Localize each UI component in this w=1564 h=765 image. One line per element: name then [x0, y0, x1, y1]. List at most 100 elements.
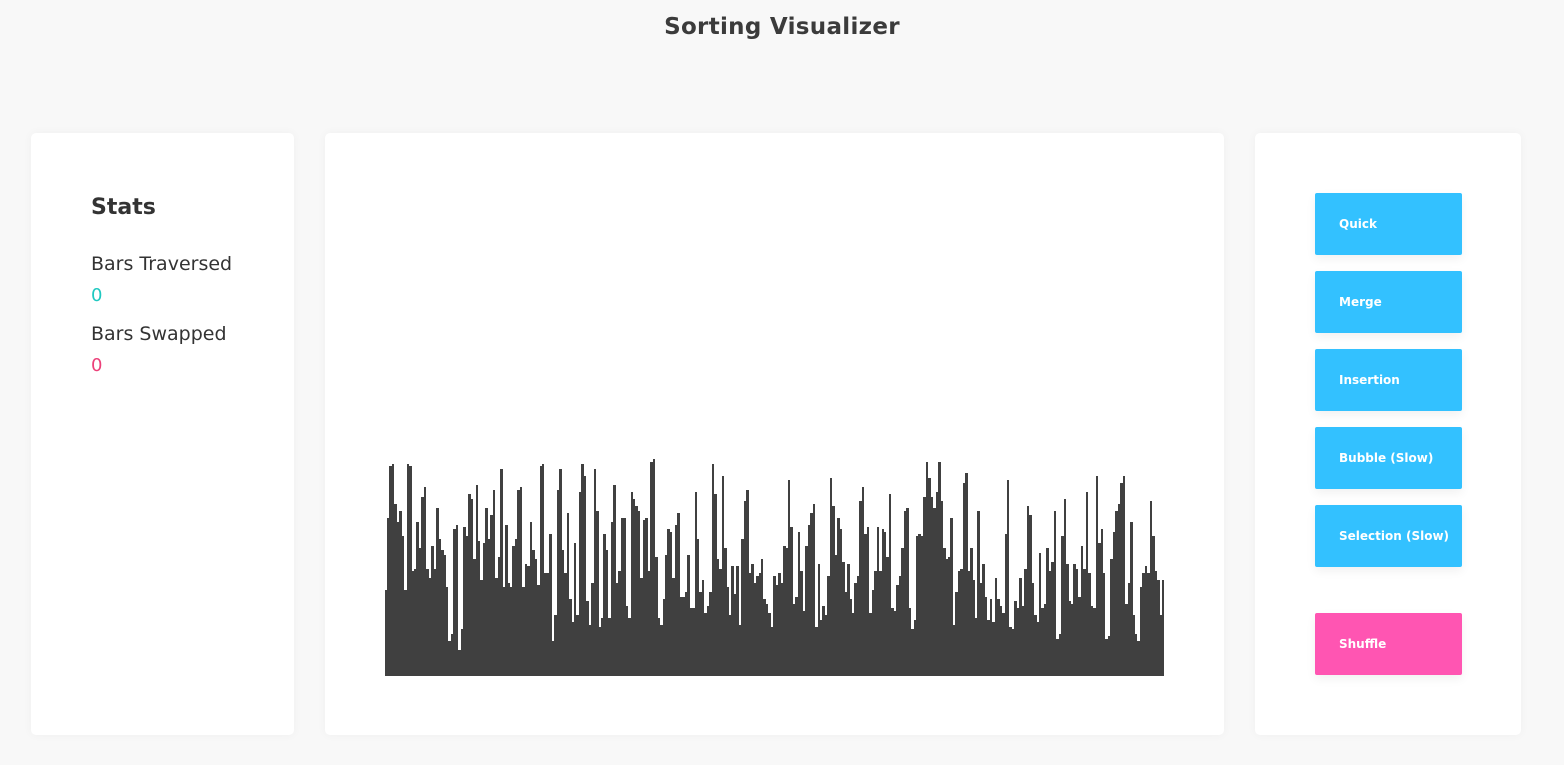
array-bar [643, 520, 645, 676]
array-bar [879, 571, 882, 676]
array-bar [611, 522, 613, 676]
array-bar [1142, 573, 1145, 676]
array-bar [451, 634, 453, 676]
array-bar [803, 611, 805, 676]
array-bar [1005, 534, 1007, 676]
array-bar [567, 513, 569, 676]
array-bar [468, 494, 471, 676]
array-bar [606, 550, 608, 676]
selection-sort-button[interactable]: Selection (Slow) [1315, 505, 1462, 567]
array-bar [1155, 571, 1157, 676]
array-bar [1108, 636, 1110, 676]
array-bar [1054, 511, 1056, 676]
array-bar [768, 613, 771, 676]
array-bar [889, 494, 891, 676]
array-bar [1093, 608, 1096, 676]
array-bar [1071, 604, 1073, 676]
array-bar [1083, 569, 1086, 676]
array-bar [950, 518, 953, 676]
array-bar [542, 464, 544, 676]
array-bar [385, 590, 387, 676]
array-bar [901, 548, 904, 676]
array-bar [1076, 569, 1078, 676]
array-bar [1002, 613, 1005, 676]
array-bar [517, 490, 520, 676]
array-bar [1064, 499, 1066, 676]
array-bar [800, 571, 803, 676]
array-bar [554, 615, 557, 676]
array-bar [975, 618, 977, 676]
array-bar [867, 527, 869, 676]
array-bar [387, 518, 389, 676]
array-bar [412, 571, 414, 676]
array-bar [894, 611, 896, 676]
array-bar [987, 620, 990, 676]
array-bar [421, 497, 424, 676]
array-bar [995, 578, 997, 676]
array-bar [490, 515, 493, 676]
array-bar [869, 613, 872, 676]
array-bar [877, 527, 879, 676]
array-bar [621, 518, 623, 676]
array-bar [557, 490, 559, 676]
array-bar [431, 546, 434, 676]
quick-sort-button[interactable]: Quick [1315, 193, 1462, 255]
array-bar [965, 473, 968, 676]
merge-sort-button[interactable]: Merge [1315, 271, 1462, 333]
array-bar [746, 490, 749, 676]
array-bar [783, 546, 786, 676]
array-bar [921, 536, 923, 676]
array-bar [832, 506, 835, 676]
array-bar [608, 618, 611, 676]
array-bar [953, 625, 955, 676]
array-bar [392, 464, 394, 676]
array-bar [936, 492, 938, 676]
array-bar [798, 532, 800, 676]
array-bar [658, 618, 660, 676]
array-bar [1061, 536, 1064, 676]
array-bar [549, 534, 552, 676]
array-bar [623, 518, 626, 676]
array-bar [793, 604, 795, 676]
array-bar [1014, 601, 1017, 676]
array-bar [463, 527, 466, 676]
array-bar [946, 559, 948, 676]
array-bar [552, 641, 554, 676]
array-bar [1017, 608, 1019, 676]
array-bar [727, 587, 729, 676]
array-bar [1128, 583, 1130, 676]
array-bar [618, 571, 621, 676]
array-bar [923, 497, 926, 676]
insertion-sort-button[interactable]: Insertion [1315, 349, 1462, 411]
array-bar [970, 548, 973, 676]
array-bar [389, 466, 392, 676]
array-bar [1081, 546, 1083, 676]
array-bar [874, 571, 877, 676]
array-bar [761, 559, 763, 676]
shuffle-button[interactable]: Shuffle [1315, 613, 1462, 675]
array-bar [941, 501, 943, 676]
array-bar [680, 597, 682, 676]
array-bar [990, 599, 992, 676]
array-bar [754, 583, 756, 676]
array-bar [719, 569, 722, 676]
array-bar [977, 511, 980, 676]
array-bar [1034, 615, 1037, 676]
array-bar [886, 557, 889, 676]
array-bar [564, 573, 567, 676]
array-bar [918, 534, 921, 676]
array-bar [773, 576, 776, 676]
array-bar [722, 476, 724, 676]
array-bar [864, 534, 867, 676]
array-bar [1024, 569, 1027, 676]
array-bar [744, 501, 746, 676]
array-bar [667, 529, 670, 676]
bubble-sort-button[interactable]: Bubble (Slow) [1315, 427, 1462, 489]
array-bar [399, 511, 402, 676]
array-bar [458, 650, 461, 676]
array-bar [633, 499, 635, 676]
array-bar [852, 613, 854, 676]
array-bar [1027, 506, 1029, 676]
array-bar [911, 629, 914, 676]
array-bar [480, 580, 483, 676]
